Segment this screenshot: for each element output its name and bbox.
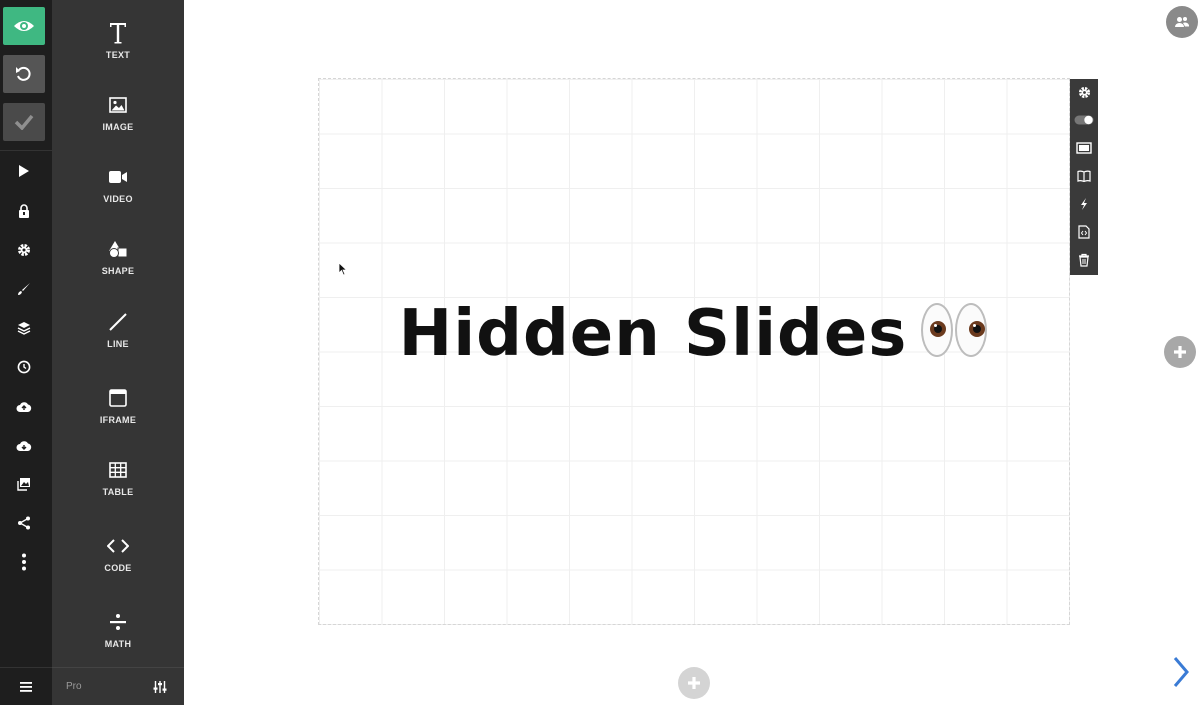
panel-footer: Pro bbox=[52, 667, 184, 705]
plus-icon bbox=[1174, 346, 1186, 358]
element-label: SHAPE bbox=[101, 266, 135, 276]
add-iframe-element[interactable]: IFRAME bbox=[52, 383, 184, 447]
add-line-element[interactable]: LINE bbox=[52, 307, 184, 371]
clock-icon bbox=[17, 360, 31, 374]
element-label: IFRAME bbox=[99, 415, 137, 425]
math-icon bbox=[110, 614, 126, 630]
save-button[interactable] bbox=[3, 103, 45, 141]
add-slide-below-button[interactable] bbox=[678, 667, 710, 699]
lock-icon bbox=[19, 204, 29, 218]
media-library-button[interactable] bbox=[0, 471, 48, 497]
element-label: TEXT bbox=[105, 50, 131, 60]
eyes-emoji-icon bbox=[921, 303, 991, 359]
add-code-element[interactable]: CODE bbox=[52, 531, 184, 595]
iframe-icon bbox=[109, 389, 127, 407]
brush-icon bbox=[18, 283, 30, 295]
checkmark-icon bbox=[14, 114, 34, 130]
import-button[interactable] bbox=[0, 394, 48, 420]
slide-html-button[interactable] bbox=[1070, 222, 1098, 242]
slide-transition-button[interactable] bbox=[1070, 194, 1098, 214]
element-label: VIDEO bbox=[103, 194, 133, 204]
video-icon bbox=[109, 171, 127, 183]
arrange-button[interactable] bbox=[0, 315, 48, 341]
more-vertical-icon bbox=[22, 553, 26, 571]
element-label: MATH bbox=[104, 639, 132, 649]
share-icon bbox=[18, 516, 30, 530]
toolbar-divider bbox=[0, 150, 52, 151]
slide-visibility-toggle[interactable] bbox=[1070, 110, 1098, 130]
preview-button[interactable] bbox=[3, 7, 45, 45]
text-icon bbox=[110, 23, 126, 44]
eye-icon bbox=[14, 21, 34, 31]
element-label: CODE bbox=[104, 563, 132, 573]
undo-icon bbox=[16, 66, 31, 81]
gear-icon bbox=[1078, 86, 1090, 98]
image-icon bbox=[109, 97, 127, 113]
add-table-element[interactable]: TABLE bbox=[52, 455, 184, 519]
toggle-icon bbox=[1074, 115, 1094, 125]
background-icon bbox=[1076, 142, 1092, 154]
collaborators-button[interactable] bbox=[1166, 6, 1198, 38]
export-button[interactable] bbox=[0, 433, 48, 459]
hamburger-icon bbox=[20, 681, 32, 692]
delete-slide-button[interactable] bbox=[1070, 250, 1098, 270]
editor-toolbar bbox=[0, 0, 52, 705]
add-image-element[interactable]: IMAGE bbox=[52, 90, 184, 154]
undo-button[interactable] bbox=[3, 55, 45, 93]
users-icon bbox=[1175, 17, 1190, 27]
panel-settings-button[interactable] bbox=[152, 679, 168, 695]
add-slide-right-button[interactable] bbox=[1164, 336, 1196, 368]
add-text-element[interactable]: TEXT bbox=[52, 18, 184, 82]
line-icon bbox=[109, 313, 127, 331]
cloud-download-icon bbox=[16, 441, 32, 451]
elements-panel: TEXT IMAGE VIDEO SHAPE LINE IFRAME TABLE… bbox=[52, 0, 184, 705]
next-slide-button[interactable] bbox=[1168, 654, 1194, 690]
add-video-element[interactable]: VIDEO bbox=[52, 162, 184, 226]
add-math-element[interactable]: MATH bbox=[52, 607, 184, 671]
sliders-icon bbox=[153, 681, 167, 693]
pro-label: Pro bbox=[66, 681, 82, 692]
chevron-right-icon bbox=[1173, 657, 1189, 687]
lightning-icon bbox=[1081, 198, 1087, 210]
add-shape-element[interactable]: SHAPE bbox=[52, 234, 184, 298]
trash-icon bbox=[1079, 253, 1089, 267]
present-button[interactable] bbox=[0, 158, 48, 184]
play-icon bbox=[19, 165, 29, 177]
images-icon bbox=[17, 478, 30, 491]
history-button[interactable] bbox=[0, 354, 48, 380]
slide-settings-button[interactable] bbox=[1070, 82, 1098, 102]
slide-title-text[interactable]: Hidden Slides bbox=[319, 297, 1069, 371]
plus-icon bbox=[688, 677, 700, 689]
gear-icon bbox=[18, 244, 30, 256]
slide-background-button[interactable] bbox=[1070, 138, 1098, 158]
style-button[interactable] bbox=[0, 276, 48, 302]
lock-button[interactable] bbox=[0, 198, 48, 224]
more-options-button[interactable] bbox=[0, 549, 48, 575]
slide-title: Hidden Slides bbox=[398, 297, 908, 371]
code-icon bbox=[107, 539, 129, 553]
slide-canvas[interactable]: Hidden Slides bbox=[318, 78, 1070, 625]
table-icon bbox=[109, 462, 127, 478]
element-label: LINE bbox=[107, 339, 129, 349]
speaker-notes-button[interactable] bbox=[1070, 166, 1098, 186]
book-icon bbox=[1077, 170, 1091, 182]
element-label: IMAGE bbox=[102, 122, 134, 132]
cloud-upload-icon bbox=[16, 402, 32, 412]
code-file-icon bbox=[1078, 225, 1090, 239]
layers-icon bbox=[17, 322, 31, 335]
share-button[interactable] bbox=[0, 510, 48, 536]
element-label: TABLE bbox=[102, 487, 134, 497]
editor-canvas: Hidden Slides bbox=[184, 0, 1200, 705]
slide-options-strip bbox=[1070, 79, 1098, 275]
shape-icon bbox=[109, 241, 128, 258]
mouse-cursor-icon bbox=[338, 262, 348, 276]
settings-button[interactable] bbox=[0, 237, 48, 263]
menu-button[interactable] bbox=[0, 667, 52, 705]
